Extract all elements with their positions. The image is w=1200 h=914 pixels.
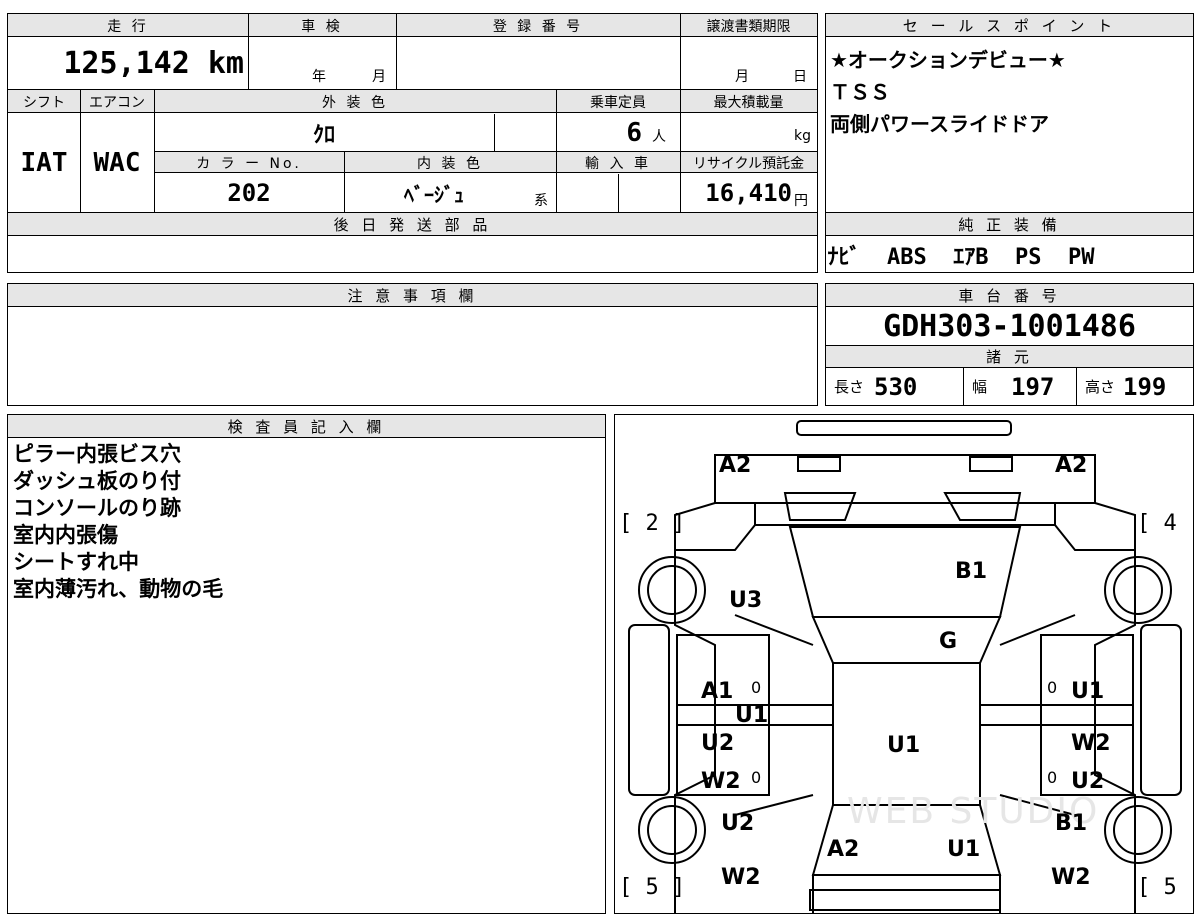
mark-u2-right: U2 bbox=[1071, 769, 1105, 794]
mark-w2-left: W2 bbox=[701, 769, 741, 794]
capacity-label: 乗車定員 bbox=[590, 94, 646, 111]
mileage-value: 125,142 km bbox=[63, 45, 244, 81]
max-load-label: 最大積載量 bbox=[713, 94, 784, 111]
transfer-deadline-label: 譲渡書類期限 bbox=[706, 18, 791, 35]
chassis-number: GDH303-1001486 bbox=[883, 309, 1136, 344]
transfer-day: 日 bbox=[793, 69, 807, 85]
mark-u2-left: U2 bbox=[701, 731, 735, 756]
inspection-label: 車 検 bbox=[301, 18, 343, 35]
remark-6: 室内薄汚れ、動物の毛 bbox=[13, 577, 224, 601]
remark-1: ピラー内張ビス穴 bbox=[13, 442, 181, 466]
shift-value: IAT bbox=[20, 148, 68, 178]
mark-u3: U3 bbox=[729, 588, 763, 613]
notes-header: 注 意 事 項 欄 bbox=[8, 284, 817, 307]
registration-label: 登 録 番 号 bbox=[492, 18, 584, 35]
chassis-header: 車 台 番 号 bbox=[826, 284, 1193, 307]
wheel-label-front-right: [ 4 ] bbox=[1137, 511, 1193, 536]
equipment-value: ﾅﾋﾞ ABS ｴｱB PS PW bbox=[827, 245, 1095, 270]
specs-header: 諸 元 bbox=[826, 345, 1193, 368]
inspector-remarks: ピラー内張ビス穴 ダッシュ板のり付 コンソールのり跡 室内内張傷 シートすれ中 … bbox=[13, 441, 223, 603]
mark-zero-2: 0 bbox=[751, 768, 762, 787]
spec-height: 高さ 199 bbox=[1077, 368, 1193, 405]
spec-height-label: 高さ bbox=[1085, 378, 1116, 396]
wheel-label-front-left: [ 2 ] bbox=[619, 511, 686, 536]
remark-3: コンソールのり跡 bbox=[13, 496, 181, 520]
remark-5: シートすれ中 bbox=[13, 550, 139, 574]
mark-b1-top: B1 bbox=[955, 559, 988, 584]
color-no-label: カ ラ ー No. bbox=[196, 155, 302, 172]
inspection-month: 月 bbox=[372, 69, 386, 85]
import-label: 輸 入 車 bbox=[585, 155, 651, 172]
mark-u1-left-a: U1 bbox=[735, 703, 769, 728]
spec-length-label: 長さ bbox=[834, 378, 865, 396]
mark-w2-right-bottom: W2 bbox=[1051, 865, 1091, 890]
mark-a2-bottom: A2 bbox=[827, 837, 860, 862]
remark-4: 室内内張傷 bbox=[13, 523, 118, 547]
int-color-value: ﾍﾞｰｼﾞｭ bbox=[404, 182, 464, 207]
ext-color-value: ｸﾛ bbox=[312, 122, 335, 148]
int-color-suffix: 系 bbox=[534, 193, 548, 209]
later-parts-header: 後 日 発 送 部 品 bbox=[8, 213, 817, 236]
mark-w2-right: W2 bbox=[1071, 731, 1111, 756]
spec-length: 長さ 530 bbox=[826, 368, 964, 405]
mark-a1: A1 bbox=[701, 679, 734, 704]
spec-width-label: 幅 bbox=[972, 378, 988, 396]
mark-zero-4: 0 bbox=[1047, 768, 1058, 787]
ext-color-label: 外 装 色 bbox=[322, 94, 388, 111]
wheel-label-rear-left: [ 5 ] bbox=[619, 875, 686, 900]
sales-point-1: ★オークションデビュー★ bbox=[830, 48, 1066, 72]
sales-point-3: 両側パワースライドドア bbox=[830, 112, 1049, 136]
mark-zero-1: 0 bbox=[751, 678, 762, 697]
mark-zero-3: 0 bbox=[1047, 678, 1058, 697]
shift-label: シフト bbox=[23, 94, 65, 111]
mark-w2-left-bottom: W2 bbox=[721, 865, 761, 890]
remark-2: ダッシュ板のり付 bbox=[13, 469, 181, 493]
sales-points-lines: ★オークションデビュー★ ＴＳＳ 両側パワースライドドア bbox=[830, 44, 1066, 140]
capacity-unit: 人 bbox=[652, 129, 666, 145]
spec-length-value: 530 bbox=[874, 372, 918, 401]
aircon-value: WAC bbox=[93, 148, 141, 178]
car-outline bbox=[628, 420, 1182, 913]
max-load-unit: kg bbox=[794, 128, 811, 144]
mark-b1-right: B1 bbox=[1055, 811, 1088, 836]
spec-height-value: 199 bbox=[1123, 372, 1167, 401]
mark-a2-left: A2 bbox=[719, 453, 752, 478]
capacity-value: 6 bbox=[626, 117, 642, 148]
inspector-header: 検 査 員 記 入 欄 bbox=[8, 415, 605, 438]
mileage-label: 走 行 bbox=[107, 18, 149, 35]
int-color-label: 内 装 色 bbox=[417, 155, 483, 172]
wheel-label-rear-right: [ 5 ] bbox=[1137, 875, 1193, 900]
sales-points-header: セ ー ル ス ポ イ ン ト bbox=[826, 14, 1193, 37]
spec-width: 幅 197 bbox=[964, 368, 1077, 405]
mark-u2-left-lower: U2 bbox=[721, 811, 755, 836]
damage-diagram: WEB STUDIO [ 2 ] [ 4 ] [ 5 ] [ 5 ] A2 A2… bbox=[614, 414, 1194, 914]
recycle-value: 16,410 bbox=[705, 179, 792, 207]
spec-width-value: 197 bbox=[1011, 372, 1055, 401]
color-no-value: 202 bbox=[227, 179, 271, 207]
transfer-month: 月 bbox=[735, 69, 749, 85]
equipment-header: 純 正 装 備 bbox=[826, 213, 1193, 236]
recycle-unit: 円 bbox=[794, 193, 808, 209]
aircon-label: エアコン bbox=[89, 94, 145, 111]
mark-g: G bbox=[939, 629, 958, 654]
mark-u1-right: U1 bbox=[1071, 679, 1105, 704]
inspection-year: 年 bbox=[312, 69, 326, 85]
mark-a2-right: A2 bbox=[1055, 453, 1088, 478]
recycle-label: リサイクル預託金 bbox=[692, 155, 805, 172]
mark-u1-bottom: U1 bbox=[947, 837, 981, 862]
mark-u1-center: U1 bbox=[887, 733, 921, 758]
sales-point-2: ＴＳＳ bbox=[830, 80, 890, 104]
